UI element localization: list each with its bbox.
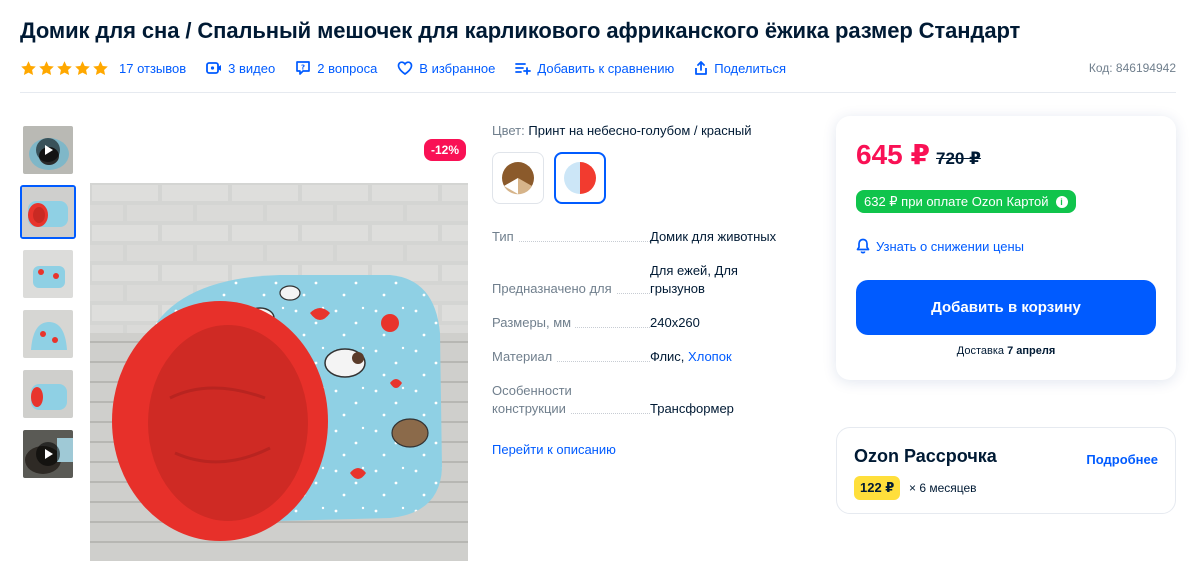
share-icon: [695, 60, 708, 75]
questions-label: 2 вопроса: [317, 60, 378, 76]
spec-row: Размеры, мм 240x260: [492, 314, 792, 332]
spec-value: Флис, Хлопок: [650, 348, 792, 366]
questions-link[interactable]: ? 2 вопроса: [295, 60, 377, 76]
installment-card: Ozon Рассрочка Подробнее 122 ₽ × 6 месяц…: [836, 427, 1176, 514]
star-icon: [57, 60, 72, 75]
thumbnail-image: [23, 250, 73, 298]
spec-value: 240x260: [650, 315, 700, 330]
color-swatches: [492, 152, 606, 204]
price-drop-notify-label: Узнать о снижении цены: [876, 238, 1025, 254]
installment-months: × 6 месяцев: [909, 481, 977, 495]
installment-amount-badge: 122 ₽: [854, 476, 901, 500]
thumbnail-list: [20, 125, 76, 489]
product-meta-bar: 17 отзывов 3 видео ? 2 вопроса В избранн…: [20, 58, 806, 78]
favorites-label: В избранное: [419, 60, 496, 76]
ozon-card-price-badge[interactable]: 632 ₽ при оплате Ozon Картой i: [856, 190, 1076, 213]
reviews-label: 17 отзывов: [119, 60, 187, 76]
spec-value-link[interactable]: Хлопок: [688, 349, 732, 364]
product-code-label: Код:: [1088, 61, 1113, 75]
thumbnail-video[interactable]: [22, 125, 74, 175]
spec-key: Предназначено для: [492, 280, 650, 298]
svg-text:?: ?: [301, 64, 305, 72]
color-label-key: Цвет:: [492, 123, 525, 138]
spec-key: Размеры, мм: [492, 314, 650, 332]
share-button[interactable]: Поделиться: [694, 61, 786, 76]
installment-more-link[interactable]: Подробнее: [1086, 452, 1158, 467]
spec-key: Особенности конструкции: [492, 382, 650, 418]
delivery-info: Доставка 7 апреля: [836, 345, 1176, 357]
installment-title: Ozon Рассрочка: [854, 446, 997, 466]
go-to-description-link[interactable]: Перейти к описанию: [492, 442, 616, 457]
thumbnail-image[interactable]: [22, 249, 74, 299]
star-icon: [75, 60, 90, 75]
info-icon: i: [1055, 195, 1068, 208]
delivery-date: 7 апреля: [1007, 345, 1056, 357]
play-icon: [36, 138, 60, 162]
question-bubble-icon: ?: [296, 61, 311, 75]
product-code-value: 846194942: [1115, 61, 1176, 75]
thumbnail-image-selected[interactable]: [20, 185, 76, 239]
spec-row: Материал Флис, Хлопок: [492, 348, 792, 366]
header-divider: [20, 92, 1176, 93]
color-circle-icon: [502, 162, 534, 195]
rating-stars[interactable]: [20, 60, 109, 77]
thumbnail-image: [22, 187, 74, 237]
spec-key: Тип: [492, 228, 650, 246]
product-photo: [90, 183, 468, 561]
color-swatch-blue-red[interactable]: [554, 152, 606, 204]
heart-icon: [397, 61, 413, 75]
spec-value: Для ежей, Для грызунов: [650, 263, 738, 296]
spec-value-text: Флис,: [650, 349, 685, 364]
videos-label: 3 видео: [228, 60, 276, 76]
thumbnail-image[interactable]: [22, 309, 74, 359]
star-icon: [21, 60, 36, 75]
color-label-value: Принт на небесно-голубом / красный: [528, 123, 752, 138]
discount-badge: -12%: [424, 139, 467, 161]
spec-row: Тип Домик для животных: [492, 228, 792, 246]
spec-row: Особенности конструкции Трансформер: [492, 382, 792, 418]
spec-value: Трансформер: [650, 401, 734, 416]
spec-key: Материал: [492, 348, 650, 366]
star-icon: [93, 60, 108, 75]
star-icon: [39, 60, 54, 75]
play-icon: [36, 442, 60, 466]
thumbnail-video[interactable]: [22, 429, 74, 479]
favorites-button[interactable]: В избранное: [397, 61, 495, 76]
reviews-link[interactable]: 17 отзывов: [119, 61, 186, 76]
color-swatch-brown[interactable]: [492, 152, 544, 204]
spec-row: Предназначено для Для ежей, Для грызунов: [492, 262, 792, 298]
share-label: Поделиться: [714, 60, 787, 76]
color-circle-icon: [564, 162, 596, 194]
price-card: 645 ₽ 720 ₽ 632 ₽ при оплате Ozon Картой…: [836, 116, 1176, 380]
videos-link[interactable]: 3 видео: [206, 61, 275, 76]
price-drop-notify-link[interactable]: Узнать о снижении цены: [856, 238, 1024, 254]
product-title: Домик для сна / Спальный мешочек для кар…: [20, 18, 1021, 43]
compare-button[interactable]: Добавить к сравнению: [515, 61, 674, 76]
specs-table: Тип Домик для животных Предназначено для…: [492, 228, 792, 418]
ozon-card-price-text: 632 ₽ при оплате Ozon Картой: [864, 193, 1049, 209]
spec-value: Домик для животных: [650, 229, 777, 244]
add-to-cart-button[interactable]: Добавить в корзину: [856, 280, 1156, 335]
compare-add-icon: [515, 63, 532, 75]
product-code: Код: 846194942: [1089, 61, 1176, 75]
video-camera-icon: [206, 62, 222, 74]
color-label: Цвет: Принт на небесно-голубом / красный: [492, 123, 752, 138]
product-main-image[interactable]: [90, 183, 468, 561]
current-price: 645 ₽: [856, 139, 930, 170]
thumbnail-image: [23, 310, 73, 358]
bell-icon: [856, 238, 870, 254]
old-price: 720 ₽: [936, 149, 981, 168]
thumbnail-image: [23, 370, 73, 418]
delivery-prefix: Доставка: [956, 345, 1004, 357]
thumbnail-image[interactable]: [22, 369, 74, 419]
compare-label: Добавить к сравнению: [537, 60, 675, 76]
